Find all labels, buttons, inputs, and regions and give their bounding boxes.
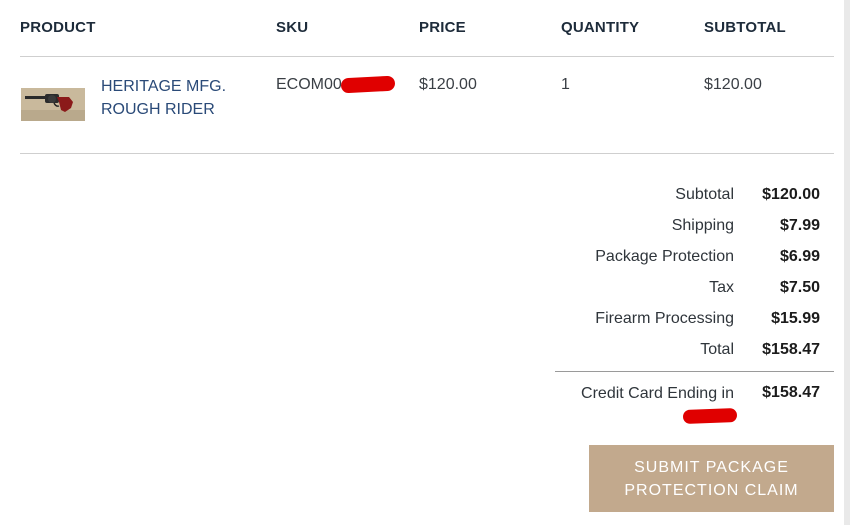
summary-row-shipping: Shipping $7.99 — [555, 217, 834, 248]
summary-row-subtotal: Subtotal $120.00 — [555, 186, 834, 217]
button-label-line1: SUBMIT PACKAGE — [634, 459, 789, 476]
summary-value: $15.99 — [771, 310, 820, 327]
revolver-image[interactable] — [21, 88, 85, 121]
summary-label: Package Protection — [595, 248, 734, 265]
sku-value: ECOM00 — [276, 76, 342, 93]
header-sku: SKU — [276, 19, 309, 36]
sku-redaction-mark — [340, 75, 396, 94]
page-edge — [844, 0, 850, 525]
header-price: PRICE — [419, 19, 466, 36]
summary-label: Shipping — [671, 217, 734, 234]
summary-row-firearm-processing: Firearm Processing $15.99 — [555, 310, 834, 341]
row-subtotal-value: $120.00 — [704, 76, 762, 93]
summary-value: $7.50 — [779, 279, 820, 296]
header-quantity: QUANTITY — [561, 19, 640, 36]
order-summary: Subtotal $120.00 Shipping $7.99 Package … — [555, 186, 834, 372]
table-row: HERITAGE MFG. ROUGH RIDER ECOM00 $120.00… — [20, 57, 834, 154]
summary-row-tax: Tax $7.50 — [555, 279, 834, 310]
button-label-line2: PROTECTION CLAIM — [624, 482, 799, 499]
submit-package-protection-claim-button[interactable]: SUBMIT PACKAGE PROTECTION CLAIM — [589, 445, 834, 512]
summary-divider — [555, 371, 834, 372]
product-name-link[interactable]: HERITAGE MFG. ROUGH RIDER — [101, 75, 261, 121]
payment-value: $158.47 — [762, 384, 820, 401]
summary-value: $120.00 — [762, 186, 820, 203]
summary-value: $158.47 — [762, 341, 820, 358]
summary-row-total: Total $158.47 — [555, 341, 834, 372]
summary-label: Total — [700, 341, 734, 358]
product-name-line1: HERITAGE MFG. — [101, 78, 227, 95]
payment-row: Credit Card Ending in $158.47 — [555, 383, 834, 427]
header-subtotal: SUBTOTAL — [704, 19, 786, 36]
revolver-icon — [21, 88, 85, 121]
order-details-page: PRODUCT SKU PRICE QUANTITY SUBTOTAL HERI… — [0, 0, 850, 525]
price-value: $120.00 — [419, 76, 477, 93]
summary-row-package-protection: Package Protection $6.99 — [555, 248, 834, 279]
summary-value: $6.99 — [779, 248, 820, 265]
summary-label: Subtotal — [675, 186, 734, 203]
quantity-value: 1 — [561, 76, 570, 93]
header-product: PRODUCT — [20, 19, 96, 36]
payment-label: Credit Card Ending in — [581, 385, 734, 402]
summary-label: Firearm Processing — [595, 310, 734, 327]
card-number-redaction-mark — [682, 408, 738, 424]
summary-value: $7.99 — [779, 217, 820, 234]
summary-label: Tax — [709, 279, 734, 296]
order-table-header: PRODUCT SKU PRICE QUANTITY SUBTOTAL — [20, 16, 834, 57]
product-name-line2: ROUGH RIDER — [101, 101, 215, 118]
